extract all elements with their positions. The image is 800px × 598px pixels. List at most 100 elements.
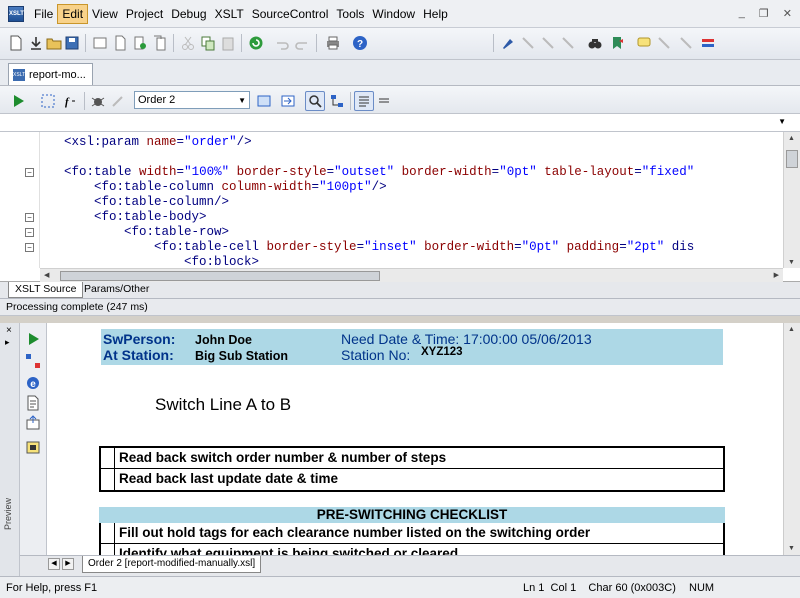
help-icon[interactable]: ? xyxy=(350,33,370,53)
bookmark-icon[interactable] xyxy=(607,33,627,53)
pin-icon[interactable]: ▸ xyxy=(5,337,10,348)
layout-icon[interactable] xyxy=(25,353,41,369)
status-help-text: For Help, press F1 xyxy=(6,582,98,594)
settings-icon[interactable] xyxy=(108,91,128,111)
editor-vertical-scrollbar[interactable]: ▲ ▼ xyxy=(783,132,800,268)
scroll-thumb[interactable] xyxy=(60,271,380,281)
tool-icon[interactable] xyxy=(654,33,674,53)
menu-debug[interactable]: Debug xyxy=(167,5,210,23)
comment-icon[interactable] xyxy=(634,33,654,53)
tool-icon[interactable] xyxy=(518,33,538,53)
scroll-up-icon[interactable]: ▲ xyxy=(788,326,795,333)
restore-button[interactable]: ❐ xyxy=(759,7,769,20)
tool-icon[interactable] xyxy=(676,33,696,53)
tab-scroll-right-icon[interactable]: ▶ xyxy=(62,558,74,570)
code-line-5[interactable]: <fo:table-column/> xyxy=(34,195,229,210)
refresh-icon[interactable] xyxy=(246,33,266,53)
copy-file-icon[interactable] xyxy=(150,33,170,53)
parameter-select[interactable]: Order 2 ▼ xyxy=(134,91,250,109)
import-icon[interactable] xyxy=(278,91,298,111)
svg-text:?: ? xyxy=(357,39,363,50)
close-icon[interactable]: × xyxy=(6,325,12,336)
scroll-down-icon[interactable]: ▼ xyxy=(788,259,795,266)
menu-file[interactable]: File xyxy=(30,5,57,23)
table-row: Fill out hold tags for each clearance nu… xyxy=(101,523,723,544)
svg-text:f: f xyxy=(65,96,70,108)
code-line-1[interactable]: <xsl:param name="order"/> xyxy=(34,135,252,150)
list-icon[interactable] xyxy=(374,91,394,111)
tab-params-other[interactable]: Params/Other xyxy=(78,282,155,298)
open-folder-icon[interactable] xyxy=(44,33,64,53)
tool-icon[interactable] xyxy=(538,33,558,53)
redo-icon[interactable] xyxy=(292,33,312,53)
editor-horizontal-scrollbar[interactable]: ◀ ▶ xyxy=(40,268,783,282)
minimize-button[interactable]: _ xyxy=(739,7,745,20)
menu-window[interactable]: Window xyxy=(368,5,419,23)
document-icon[interactable] xyxy=(110,33,130,53)
document-icon[interactable] xyxy=(25,395,41,411)
status-cursor-position: Ln 1 Col 1 Char 60 (0x003C) xyxy=(523,582,676,594)
highlight-icon[interactable] xyxy=(498,33,518,53)
export-icon[interactable] xyxy=(25,415,41,431)
debug-icon[interactable] xyxy=(38,91,58,111)
edit-params-icon[interactable] xyxy=(254,91,274,111)
zoom-icon[interactable] xyxy=(305,91,325,111)
bug-icon[interactable] xyxy=(88,91,108,111)
ie-icon[interactable]: e xyxy=(25,375,41,391)
document-tab[interactable]: XSLT report-mo... xyxy=(8,63,93,85)
fold-icon[interactable]: − xyxy=(25,243,34,252)
scroll-up-icon[interactable]: ▲ xyxy=(788,135,795,142)
undo-icon[interactable] xyxy=(272,33,292,53)
preview-vertical-scrollbar[interactable]: ▲ ▼ xyxy=(783,323,800,555)
code-text: <fo:table-body> xyxy=(34,210,207,224)
fold-icon[interactable]: − xyxy=(25,228,34,237)
xpath-combo[interactable]: ▼ xyxy=(0,114,800,132)
tab-preview-order[interactable]: Order 2 [report-modified-manually.xsl] xyxy=(82,556,262,573)
fold-icon[interactable]: − xyxy=(25,213,34,222)
new-file-icon[interactable] xyxy=(6,33,26,53)
code-line-3[interactable]: <fo:table width="100%" border-style="out… xyxy=(34,165,694,180)
print-preview-icon[interactable] xyxy=(25,439,41,455)
cut-icon[interactable] xyxy=(178,33,198,53)
tab-xslt-source[interactable]: XSLT Source xyxy=(8,282,84,298)
print-icon[interactable] xyxy=(323,33,343,53)
menu-project[interactable]: Project xyxy=(122,5,167,23)
scroll-thumb[interactable] xyxy=(786,150,798,168)
app-icon[interactable]: XSLT xyxy=(8,5,24,22)
menu-edit[interactable]: Edit xyxy=(57,3,89,24)
preview-side-strip: × ▸ xyxy=(0,323,20,576)
menu-tools[interactable]: Tools xyxy=(332,5,368,23)
code-editor[interactable]: − − − − <xsl:param name="order"/> <fo:ta… xyxy=(0,132,800,282)
chevron-down-icon: ▼ xyxy=(778,117,786,126)
scroll-down-icon[interactable]: ▼ xyxy=(788,545,795,552)
scroll-left-icon[interactable]: ◀ xyxy=(44,271,49,279)
preview-pane-label: Preview xyxy=(3,497,13,530)
run-icon[interactable] xyxy=(25,331,41,347)
download-icon[interactable] xyxy=(26,33,46,53)
find-icon[interactable] xyxy=(585,33,605,53)
tree-icon[interactable] xyxy=(327,91,347,111)
copy-icon[interactable] xyxy=(198,33,218,53)
align-icon[interactable] xyxy=(354,91,374,111)
tool-icon[interactable] xyxy=(558,33,578,53)
station-no-label: Station No: xyxy=(341,347,411,363)
code-line-8[interactable]: <fo:table-cell border-style="inset" bord… xyxy=(34,240,694,255)
menu-sourcecontrol[interactable]: SourceControl xyxy=(248,5,333,23)
code-line-6[interactable]: <fo:table-body> xyxy=(34,210,207,225)
tab-scroll-left-icon[interactable]: ◀ xyxy=(48,558,60,570)
function-icon[interactable]: f xyxy=(60,91,80,111)
paste-icon[interactable] xyxy=(218,33,238,53)
diff-icon[interactable] xyxy=(698,33,718,53)
window-icon[interactable] xyxy=(90,33,110,53)
add-file-icon[interactable] xyxy=(130,33,150,53)
save-icon[interactable] xyxy=(62,33,82,53)
code-line-4[interactable]: <fo:table-column column-width="100pt"/> xyxy=(34,180,387,195)
menu-xslt[interactable]: XSLT xyxy=(211,5,248,23)
menu-view[interactable]: View xyxy=(88,5,122,23)
scroll-right-icon[interactable]: ▶ xyxy=(774,271,779,279)
menu-help[interactable]: Help xyxy=(419,5,452,23)
run-icon[interactable] xyxy=(8,91,28,111)
code-line-7[interactable]: <fo:table-row> xyxy=(34,225,229,240)
fold-icon[interactable]: − xyxy=(25,168,34,177)
close-button[interactable]: ✕ xyxy=(783,7,792,20)
